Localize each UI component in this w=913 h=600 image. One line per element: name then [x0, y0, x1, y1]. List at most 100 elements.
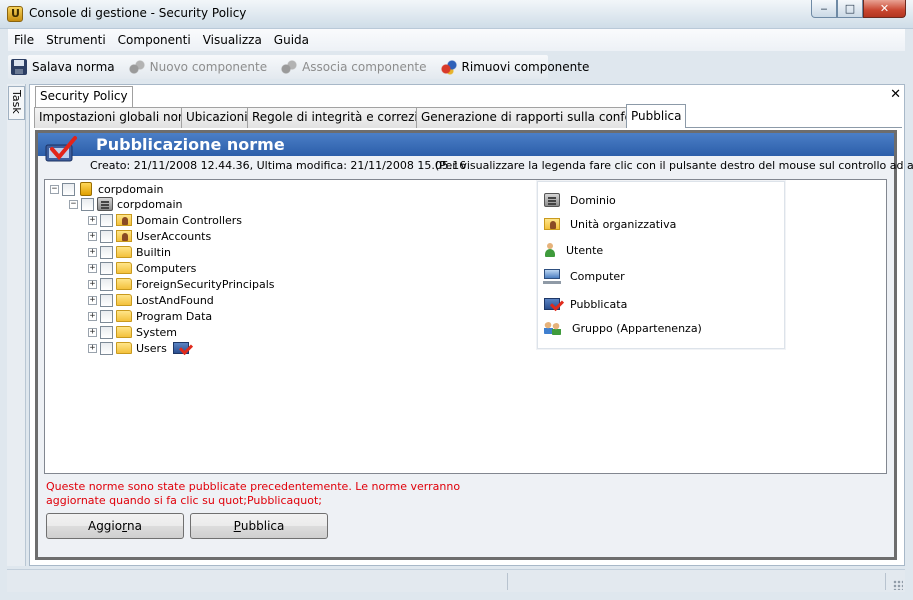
published-icon	[172, 342, 189, 354]
toolbar: Salava norma Nuovo componente Associa co…	[8, 55, 589, 79]
menu-file[interactable]: File	[8, 29, 40, 51]
publish-content: Pubblicazione norme Creato: 21/11/2008 1…	[38, 133, 913, 557]
tree-checkbox[interactable]	[100, 261, 113, 275]
task-pane-strip: Task	[7, 84, 26, 566]
tree-checkbox[interactable]	[100, 341, 113, 355]
tab-strip: Impostazioni globali norme Ubicazioni Re…	[34, 104, 902, 128]
tree-node-users[interactable]: + Users	[88, 340, 193, 356]
menu-strumenti[interactable]: Strumenti	[40, 29, 112, 51]
folder-icon	[116, 342, 132, 354]
publish-label-end: ubblica	[240, 519, 285, 533]
tree-node-label: Computers	[136, 261, 197, 275]
tree-checkbox[interactable]	[62, 182, 75, 196]
tree-node-label: ForeignSecurityPrincipals	[136, 277, 275, 291]
domain-icon	[544, 193, 560, 207]
save-icon	[11, 59, 27, 75]
tree-checkbox[interactable]	[100, 213, 113, 227]
collapse-icon[interactable]: −	[50, 184, 59, 194]
tree-node-system[interactable]: + System	[88, 324, 177, 340]
remove-component-button[interactable]: Rimuovi componente	[438, 56, 595, 78]
folder-icon	[116, 246, 132, 258]
expand-icon[interactable]: +	[88, 279, 97, 289]
refresh-button[interactable]: Aggio r na	[46, 513, 184, 539]
tree-node-label: System	[136, 325, 178, 339]
expand-icon[interactable]: +	[88, 343, 97, 353]
tree-checkbox[interactable]	[100, 277, 113, 291]
window-controls: ‒ □ ✕	[811, 0, 906, 20]
tree-node-useraccounts[interactable]: + UserAccounts	[88, 228, 211, 244]
legend-item-user: Utente	[544, 240, 603, 260]
menu-componenti[interactable]: Componenti	[112, 29, 197, 51]
tree-node-label: corpdomain	[98, 182, 164, 196]
main-panel: Security Policy ✕ Impostazioni globali n…	[29, 84, 913, 566]
tree-node-domain-controllers[interactable]: + Domain Controllers	[88, 212, 242, 228]
new-component-label: Nuovo componente	[149, 60, 268, 74]
task-tab[interactable]: Task	[8, 86, 25, 120]
tree-node-builtin[interactable]: + Builtin	[88, 244, 171, 260]
folder-icon	[116, 278, 132, 290]
new-component-button[interactable]: Nuovo componente	[126, 56, 272, 78]
legend-item-domain: Dominio	[544, 190, 616, 210]
expand-icon[interactable]: +	[88, 295, 97, 305]
tree-checkbox[interactable]	[100, 325, 113, 339]
gears-icon	[128, 59, 145, 75]
legend-label: Gruppo (Appartenenza)	[572, 321, 702, 335]
refresh-label-end: na	[127, 519, 143, 533]
tree-checkbox[interactable]	[100, 293, 113, 307]
expand-icon[interactable]: +	[88, 311, 97, 321]
status-separator	[885, 573, 886, 590]
info-line: Creato: 21/11/2008 12.44.36, Ultima modi…	[38, 157, 913, 175]
ou-icon	[116, 214, 132, 226]
tree-checkbox[interactable]	[100, 309, 113, 323]
expand-icon[interactable]: +	[88, 263, 97, 273]
legend-label: Computer	[570, 269, 625, 283]
tree-node-root[interactable]: − corpdomain	[50, 181, 163, 197]
computer-icon	[543, 269, 561, 284]
status-separator	[507, 573, 508, 590]
publish-button[interactable]: Pubblica	[190, 513, 328, 539]
expand-icon[interactable]: +	[88, 231, 97, 241]
minimize-button[interactable]: ‒	[811, 0, 837, 18]
published-icon	[544, 298, 560, 310]
tree-checkbox[interactable]	[100, 229, 113, 243]
group-icon	[544, 321, 562, 335]
publish-banner: Pubblicazione norme	[38, 133, 894, 156]
associate-component-button[interactable]: Associa componente	[278, 56, 431, 78]
collapse-icon[interactable]: −	[69, 199, 78, 209]
tab-publish[interactable]: Pubblica	[626, 104, 687, 128]
menu-guida[interactable]: Guida	[268, 29, 315, 51]
save-policy-label: Salava norma	[32, 60, 115, 74]
app-icon[interactable]	[7, 6, 23, 22]
resize-grip-icon[interactable]	[893, 580, 903, 590]
document-tab-security-policy[interactable]: Security Policy	[35, 86, 133, 107]
maximize-button[interactable]: □	[837, 0, 863, 18]
title-bar: Console di gestione - Security Policy ‒ …	[0, 0, 913, 29]
tree-node-computers[interactable]: + Computers	[88, 260, 196, 276]
folder-icon	[116, 310, 132, 322]
close-window-button[interactable]: ✕	[863, 0, 906, 18]
gears-icon	[281, 59, 298, 75]
tree-node-foreign-security-principals[interactable]: + ForeignSecurityPrincipals	[88, 276, 275, 292]
legend-label: Unità organizzativa	[570, 217, 677, 231]
expand-icon[interactable]: +	[88, 247, 97, 257]
expand-icon[interactable]: +	[88, 215, 97, 225]
tree-node-label: UserAccounts	[136, 229, 212, 243]
menu-visualizza[interactable]: Visualizza	[197, 29, 268, 51]
policy-tree[interactable]: − corpdomain − corpdomain + Domain Contr…	[44, 179, 887, 474]
tab-locations[interactable]: Ubicazioni	[181, 107, 253, 128]
remove-component-icon	[440, 59, 457, 75]
tree-checkbox[interactable]	[100, 245, 113, 259]
created-modified-text: Creato: 21/11/2008 12.44.36, Ultima modi…	[90, 159, 467, 172]
tree-node-label: Builtin	[136, 245, 171, 259]
tree-node-program-data[interactable]: + Program Data	[88, 308, 212, 324]
tree-node-domain[interactable]: − corpdomain	[69, 196, 182, 212]
legend-item-group: Gruppo (Appartenenza)	[544, 318, 702, 338]
expand-icon[interactable]: +	[88, 327, 97, 337]
window-title: Console di gestione - Security Policy	[29, 6, 247, 20]
close-document-icon[interactable]: ✕	[890, 87, 901, 102]
save-policy-button[interactable]: Salava norma	[8, 56, 120, 78]
tree-node-lostandfound[interactable]: + LostAndFound	[88, 292, 214, 308]
ou-icon	[116, 230, 132, 242]
task-tab-label: Task	[10, 90, 23, 114]
tree-checkbox[interactable]	[81, 197, 94, 211]
